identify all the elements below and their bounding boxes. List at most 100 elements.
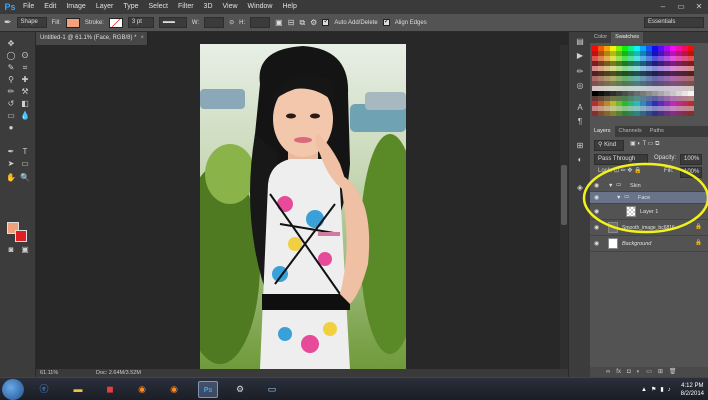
type-tool-icon[interactable]: T [18,146,32,157]
new-layer-icon[interactable]: ⊞ [658,367,663,377]
crop-tool-icon[interactable]: ⌗ [18,62,32,73]
filter-icons[interactable]: ▣ ◐ T ▭ ⧉ [630,140,659,148]
layer-row-background[interactable]: ◉ Background 🔒 [590,236,708,252]
monitor-icon[interactable]: ▭ [262,381,282,398]
ie-icon[interactable]: ⓔ [34,381,54,398]
stroke-width-input[interactable]: 3 pt [127,17,154,28]
expand-arrow-icon[interactable]: ▼ [608,183,613,189]
dodge-tool-icon[interactable]: ● [4,122,18,133]
gradient-tool-icon[interactable]: ▭ [4,110,18,121]
blend-mode-select[interactable]: Pass Through [594,154,648,165]
visibility-eye-icon[interactable]: ◉ [594,194,599,201]
background-color-swatch[interactable] [15,230,27,242]
delete-layer-icon[interactable]: 🗑 [669,367,677,377]
media-icon[interactable]: ◼ [100,381,120,398]
fill-swatch[interactable] [65,17,80,28]
menu-edit[interactable]: Edit [39,0,61,14]
history-panel-icon[interactable]: ▤ [573,36,587,47]
layer-style-icon[interactable]: fx [616,367,621,377]
path-select-tool-icon[interactable]: ➤ [4,158,18,169]
gear-icon[interactable]: ⚙ [310,18,317,27]
expand-arrow-icon[interactable]: ▼ [616,195,621,201]
scroll-thumb[interactable] [561,165,567,225]
close-tab-icon[interactable]: × [140,35,144,41]
lock-icons[interactable]: Lock: ⊡ ✏ ✥ 🔒 [598,167,642,174]
eyedropper-tool-icon[interactable]: ⚲ [4,74,18,85]
link-icon[interactable]: ⊝ [229,19,234,26]
healing-tool-icon[interactable]: ✚ [18,74,32,85]
visibility-eye-icon[interactable]: ◉ [594,208,599,215]
eraser-tool-icon[interactable]: ◧ [18,98,32,109]
visibility-eye-icon[interactable]: ◉ [594,224,599,231]
screen-mode-icon[interactable]: ▣ [18,244,32,255]
maximize-button[interactable]: ▭ [676,2,686,11]
menu-file[interactable]: File [18,0,39,14]
character-panel-icon[interactable]: A [573,102,587,113]
actions-panel-icon[interactable]: ▶ [573,50,587,61]
menu-view[interactable]: View [218,0,243,14]
width-input[interactable] [204,17,225,28]
swatches-grid[interactable] [592,46,694,116]
menu-help[interactable]: Help [277,0,301,14]
menu-type[interactable]: Type [118,0,143,14]
zoom-level[interactable]: 61.11% [40,369,58,377]
shape-mode-select[interactable]: Shape [16,17,47,28]
visibility-eye-icon[interactable]: ◉ [594,240,599,247]
tray-arrow-icon[interactable]: ▲ [641,387,647,393]
flag-icon[interactable]: ⚑ [651,386,656,393]
history-brush-tool-icon[interactable]: ↺ [4,98,18,109]
menu-image[interactable]: Image [61,0,90,14]
clone-stamp-tool-icon[interactable]: ⚒ [18,86,32,97]
firefox-icon-2[interactable]: ◉ [164,381,184,398]
explorer-icon[interactable]: ▬ [68,381,88,398]
marquee-tool-icon[interactable]: ◯ [4,50,18,61]
lasso-tool-icon[interactable]: ʘ [18,50,32,61]
brush-presets-icon[interactable]: ◎ [573,80,587,91]
layer-row-face[interactable]: ◉ ▼ ▭ Face [590,192,708,204]
close-button[interactable]: ✕ [694,2,704,11]
link-layers-icon[interactable]: ∞ [606,367,610,377]
pen-tool-preset-icon[interactable]: ✒ [4,17,12,28]
menu-select[interactable]: Select [144,0,173,14]
layer-row-skin[interactable]: ◉ ▼ ▭ Skin [590,180,708,192]
firefox-icon[interactable]: ◉ [132,381,152,398]
stroke-swatch[interactable] [108,17,123,28]
path-arrange-icon[interactable]: ⧉ [299,18,305,28]
workspace-select[interactable]: Essentials [644,17,704,28]
hand-tool-icon[interactable]: ✋ [4,172,18,183]
stroke-type-select[interactable]: ▬▬ [158,17,187,28]
align-edges-checkbox[interactable] [382,17,390,26]
brush-tool-icon[interactable]: ✏ [4,86,18,97]
tab-channels[interactable]: Channels [615,126,646,137]
auto-add-delete-checkbox[interactable] [322,17,330,26]
layer-row-layer1[interactable]: ◉ Layer 1 [590,204,708,220]
info-panel-icon[interactable]: ◈ [573,182,587,193]
zoom-tool-icon[interactable]: 🔍 [18,172,32,183]
volume-icon[interactable]: ♪ [668,387,671,393]
visibility-eye-icon[interactable]: ◉ [594,182,599,189]
kind-filter-select[interactable]: ⚲ Kind [594,140,624,151]
pen-tool-icon[interactable]: ✒ [4,146,18,157]
tab-swatches[interactable]: Swatches [611,32,644,43]
document-tab[interactable]: Untitled-1 @ 61.1% (Face, RGB/8) * × [36,32,148,45]
menu-3d[interactable]: 3D [199,0,218,14]
menu-layer[interactable]: Layer [91,0,119,14]
path-ops-icon[interactable]: ▣ [275,18,283,27]
fill-opacity-input[interactable]: 100% [680,167,702,178]
tab-paths[interactable]: Paths [646,126,668,137]
start-button[interactable] [2,379,24,400]
swatch-cell[interactable] [688,111,694,116]
menu-filter[interactable]: Filter [173,0,199,14]
clock[interactable]: 4:12 PM 8/2/2014 [681,382,704,398]
shape-tool-icon[interactable]: ▭ [18,158,32,169]
quick-select-tool-icon[interactable]: ✎ [4,62,18,73]
new-group-icon[interactable]: ▭ [646,367,652,377]
add-mask-icon[interactable]: ◘ [627,367,631,377]
move-tool-icon[interactable]: ✥ [4,38,18,49]
blur-tool-icon[interactable]: 💧 [18,110,32,121]
minimize-button[interactable]: – [658,2,668,11]
properties-panel-icon[interactable]: ⊞ [573,140,587,151]
menu-window[interactable]: Window [243,0,278,14]
height-input[interactable] [250,17,271,28]
path-align-icon[interactable]: ⊟ [288,18,295,27]
